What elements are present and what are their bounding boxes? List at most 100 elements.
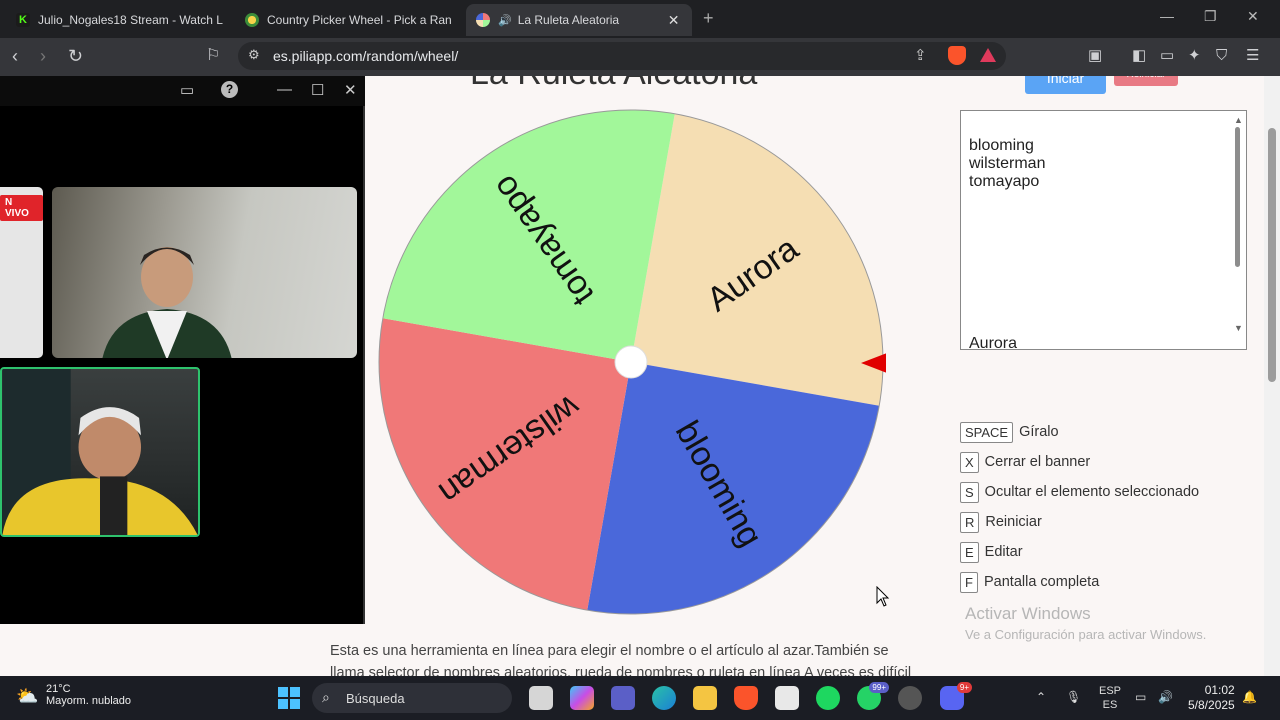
clock-time: 01:02 (1204, 683, 1235, 697)
taskbar-search[interactable]: ⌕ Búsqueda (312, 683, 512, 713)
teams-icon[interactable] (611, 686, 635, 710)
whatsapp-badge: 99+ (869, 682, 889, 693)
globe-icon (245, 13, 259, 27)
scroll-up-icon[interactable]: ▲ (1234, 115, 1243, 125)
language-secondary: ES (1102, 699, 1118, 711)
bookmark-icon[interactable]: ⚐ (206, 46, 220, 66)
scroll-down-icon[interactable]: ▼ (1234, 323, 1243, 333)
start-button[interactable]: Iniciar (1025, 76, 1106, 94)
vpn-icon[interactable]: ⛉ (1216, 46, 1227, 66)
copilot-icon[interactable] (570, 686, 594, 710)
entry-line: blooming (969, 137, 1034, 154)
textarea-scrollbar[interactable]: ▲ ▼ (1232, 115, 1244, 345)
mouse-cursor-icon (876, 586, 890, 607)
brave-rewards-icon[interactable] (980, 48, 996, 62)
textarea-scroll-thumb[interactable] (1235, 127, 1240, 267)
cast-icon[interactable]: ▭ (180, 81, 194, 99)
spotify-icon[interactable] (816, 686, 840, 710)
new-tab-button[interactable]: + (703, 8, 714, 29)
watermark-title: Activar Windows (965, 604, 1091, 623)
description-text: Esta es una herramienta en línea para el… (330, 640, 930, 676)
person-silhouette-icon (102, 247, 232, 358)
file-explorer-icon[interactable] (693, 686, 717, 710)
shortcut-row: E Editar (960, 537, 1199, 567)
sidebar-icon[interactable]: ◧ (1132, 46, 1146, 66)
entries-list: blooming wilsterman tomayapo (969, 137, 1045, 191)
wheel-center-hub (614, 345, 648, 379)
wallet-icon[interactable]: ▭ (1160, 46, 1174, 66)
overlay-maximize-icon[interactable]: ☐ (311, 81, 324, 99)
system-clock[interactable]: 01:02 5/8/2025 (1188, 683, 1235, 713)
entry-line: Aurora (969, 335, 1018, 352)
forward-icon[interactable]: › (40, 46, 46, 66)
overlay-titlebar[interactable]: ▭ ? — ☐ ✕ (0, 76, 365, 106)
shortcut-row: S Ocultar el elemento seleccionado (960, 477, 1199, 507)
page-scroll-thumb[interactable] (1268, 128, 1276, 382)
microphone-icon[interactable]: 🎙 (1066, 690, 1081, 704)
brave-shields-icon[interactable] (948, 46, 966, 65)
tray-expand-icon[interactable]: ⌃ (1036, 690, 1046, 704)
side-video-thumbnail[interactable]: N VIVO (0, 187, 43, 358)
shortcut-key: X (960, 451, 979, 473)
address-bar[interactable]: ⚙ es.piliapp.com/random/wheel/ ⇪ (238, 42, 1006, 70)
tab-title: Country Picker Wheel - Pick a Rando (267, 13, 452, 27)
audio-icon[interactable]: 🔊 (498, 14, 512, 27)
store-icon[interactable] (775, 686, 799, 710)
back-icon[interactable]: ‹ (12, 46, 18, 66)
close-window-icon[interactable]: ✕ (1247, 8, 1259, 25)
brave-icon[interactable] (734, 686, 758, 710)
description-line: Esta es una herramienta en línea para el… (330, 643, 889, 659)
reader-icon[interactable]: ▣ (1088, 46, 1102, 66)
tab-strip: K Julio_Nogales18 Stream - Watch Live Co… (0, 0, 1280, 38)
tab-country-picker[interactable]: Country Picker Wheel - Pick a Rando (235, 4, 462, 36)
windows-taskbar: ⛅ 21°C Mayorm. nublado ⌕ Búsqueda 99+ 9+… (0, 676, 1280, 720)
close-tab-icon[interactable]: ✕ (668, 12, 680, 29)
tab-title: Julio_Nogales18 Stream - Watch Live (38, 13, 223, 27)
page-scrollbar[interactable] (1264, 76, 1280, 676)
leo-ai-icon[interactable]: ✦ (1188, 46, 1201, 66)
tab-title: La Ruleta Aleatoria (517, 13, 620, 27)
random-wheel[interactable]: Aurorabloomingwilstermantomayapo (376, 107, 886, 617)
webcam-feed-main[interactable] (52, 187, 357, 358)
tab-ruleta[interactable]: 🔊 La Ruleta Aleatoria ✕ (466, 4, 692, 36)
network-icon[interactable]: ▭ (1135, 690, 1146, 704)
language-primary: ESP (1099, 685, 1122, 697)
overlay-minimize-icon[interactable]: — (277, 81, 292, 98)
whatsapp-icon[interactable]: 99+ (857, 682, 889, 710)
tab-kick-stream[interactable]: K Julio_Nogales18 Stream - Watch Live (6, 4, 233, 36)
reset-button[interactable]: Reiniciar (1114, 76, 1178, 86)
menu-icon[interactable]: ☰ (1246, 46, 1259, 66)
overlay-close-icon[interactable]: ✕ (344, 81, 357, 99)
watermark-subtitle: Ve a Configuración para activar Windows. (965, 627, 1207, 642)
file-app-icon[interactable] (529, 686, 553, 710)
weather-widget[interactable]: 21°C Mayorm. nublado (46, 683, 131, 707)
volume-icon[interactable]: 🔊 (1158, 690, 1173, 704)
shortcut-label: Cerrar el banner (984, 454, 1091, 470)
language-indicator[interactable]: ESP ES (1099, 684, 1121, 712)
help-icon[interactable]: ? (221, 81, 238, 98)
site-settings-icon[interactable]: ⚙ (248, 47, 260, 63)
reload-icon[interactable]: ↻ (68, 46, 83, 66)
entry-line: wilsterman (969, 155, 1046, 172)
obs-icon[interactable] (898, 686, 922, 710)
notifications-icon[interactable]: 🔔 (1242, 690, 1257, 704)
discord-icon[interactable]: 9+ (940, 682, 972, 710)
share-icon[interactable]: ⇪ (914, 46, 927, 64)
clock-date: 5/8/2025 (1188, 698, 1235, 712)
wheel-favicon-icon (476, 13, 490, 27)
restore-icon[interactable]: ❐ (1204, 8, 1217, 25)
entries-textarea[interactable]: blooming wilsterman tomayapo Aurora ▲ ▼ (960, 110, 1247, 352)
shortcut-row: SPACE Gíralo (960, 417, 1199, 447)
stream-overlay-window[interactable]: ▭ ? — ☐ ✕ N VIVO (0, 76, 365, 624)
shortcut-label: Gíralo (1019, 424, 1059, 440)
shortcut-label: Ocultar el elemento seleccionado (984, 484, 1200, 500)
shortcut-label: Editar (984, 544, 1023, 560)
windows-start-icon[interactable] (278, 687, 300, 709)
shortcut-label: Pantalla completa (984, 574, 1100, 590)
edge-icon[interactable] (652, 686, 676, 710)
entry-line: tomayapo (969, 173, 1040, 190)
person-silhouette-icon (2, 369, 198, 535)
webcam-feed-secondary[interactable] (0, 367, 200, 537)
minimize-icon[interactable]: — (1160, 8, 1174, 24)
shortcut-key: SPACE (960, 421, 1014, 443)
